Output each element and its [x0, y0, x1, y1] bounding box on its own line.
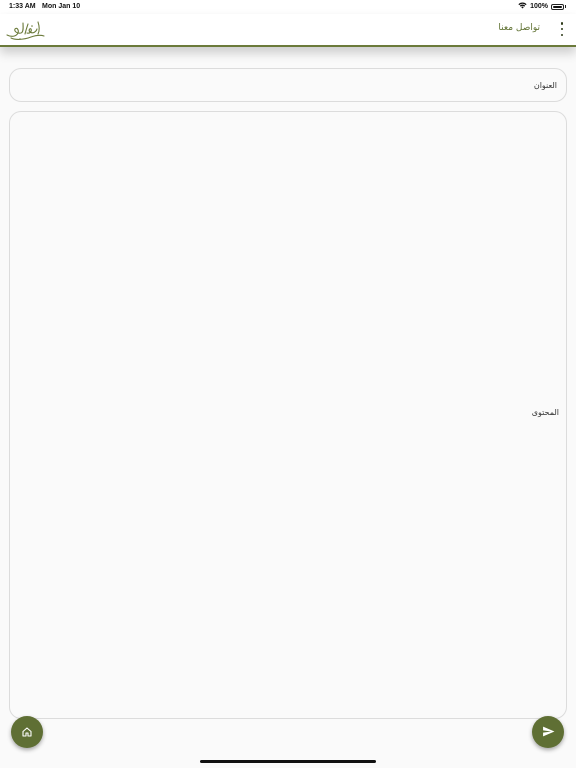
- content-placeholder: المحتوى: [531, 408, 559, 417]
- battery-percent: 100%: [530, 3, 548, 10]
- menu-dot: [560, 27, 564, 31]
- page-title: تواصل معنا: [498, 23, 540, 33]
- home-indicator: [200, 760, 376, 763]
- menu-dot: [560, 22, 564, 25]
- app-bar: تواصل معنا: [0, 14, 576, 47]
- battery-icon: [551, 3, 564, 10]
- wifi-icon: [518, 2, 527, 11]
- more-vert-icon[interactable]: [558, 22, 566, 36]
- home-button[interactable]: [11, 716, 43, 748]
- status-bar: 1:33 AM Mon Jan 10 100%: [0, 0, 576, 14]
- battery-tip: [565, 5, 566, 8]
- home-icon: [21, 723, 33, 742]
- calligraphy-logo-icon: [5, 18, 45, 42]
- content-textarea[interactable]: المحتوى: [9, 111, 567, 719]
- send-icon: [542, 723, 555, 742]
- menu-dot: [560, 33, 564, 36]
- contact-screen: 1:33 AM Mon Jan 10 100% تواصل معنا العنو…: [0, 0, 576, 768]
- status-indicators: 100%: [518, 2, 566, 11]
- status-date: Mon Jan 10: [42, 3, 81, 10]
- send-button[interactable]: [532, 716, 564, 748]
- title-input[interactable]: [9, 68, 567, 102]
- status-time: 1:33 AM: [9, 3, 36, 10]
